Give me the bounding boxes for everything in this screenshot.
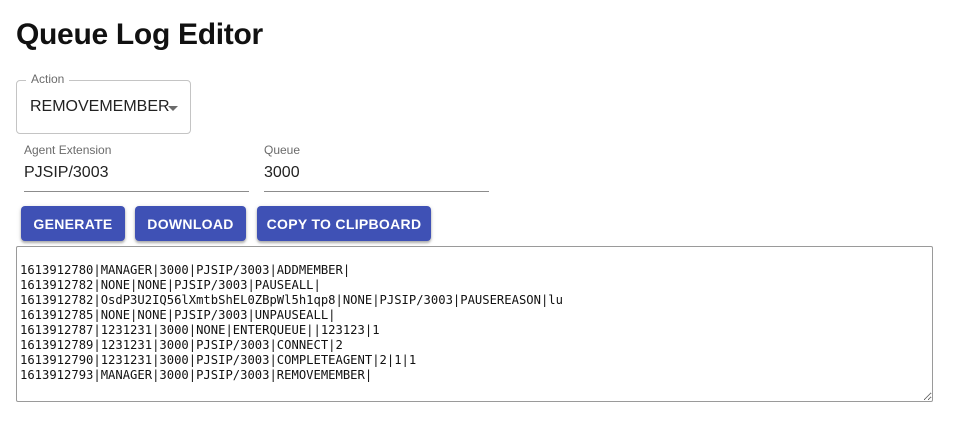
action-select-label: Action: [26, 72, 70, 86]
copy-to-clipboard-button[interactable]: COPY TO CLIPBOARD: [257, 206, 431, 241]
download-button[interactable]: DOWNLOAD: [135, 206, 246, 241]
queue-label: Queue: [264, 143, 301, 157]
queue-log-editor-page: Queue Log Editor Action REMOVEMEMBER Age…: [0, 0, 976, 437]
action-select[interactable]: Action REMOVEMEMBER: [16, 72, 191, 134]
queue-field: Queue: [264, 143, 489, 192]
dropdown-arrow-icon: [168, 106, 178, 111]
queue-log-output[interactable]: 1613912780|MANAGER|3000|PJSIP/3003|ADDME…: [16, 246, 933, 402]
agent-extension-input[interactable]: [24, 164, 249, 182]
agent-extension-label: Agent Extension: [24, 143, 112, 157]
generate-button[interactable]: GENERATE: [21, 206, 125, 241]
page-title: Queue Log Editor: [16, 18, 263, 51]
queue-input[interactable]: [264, 164, 489, 182]
action-select-value: REMOVEMEMBER: [30, 98, 170, 115]
agent-extension-field: Agent Extension: [24, 143, 249, 192]
